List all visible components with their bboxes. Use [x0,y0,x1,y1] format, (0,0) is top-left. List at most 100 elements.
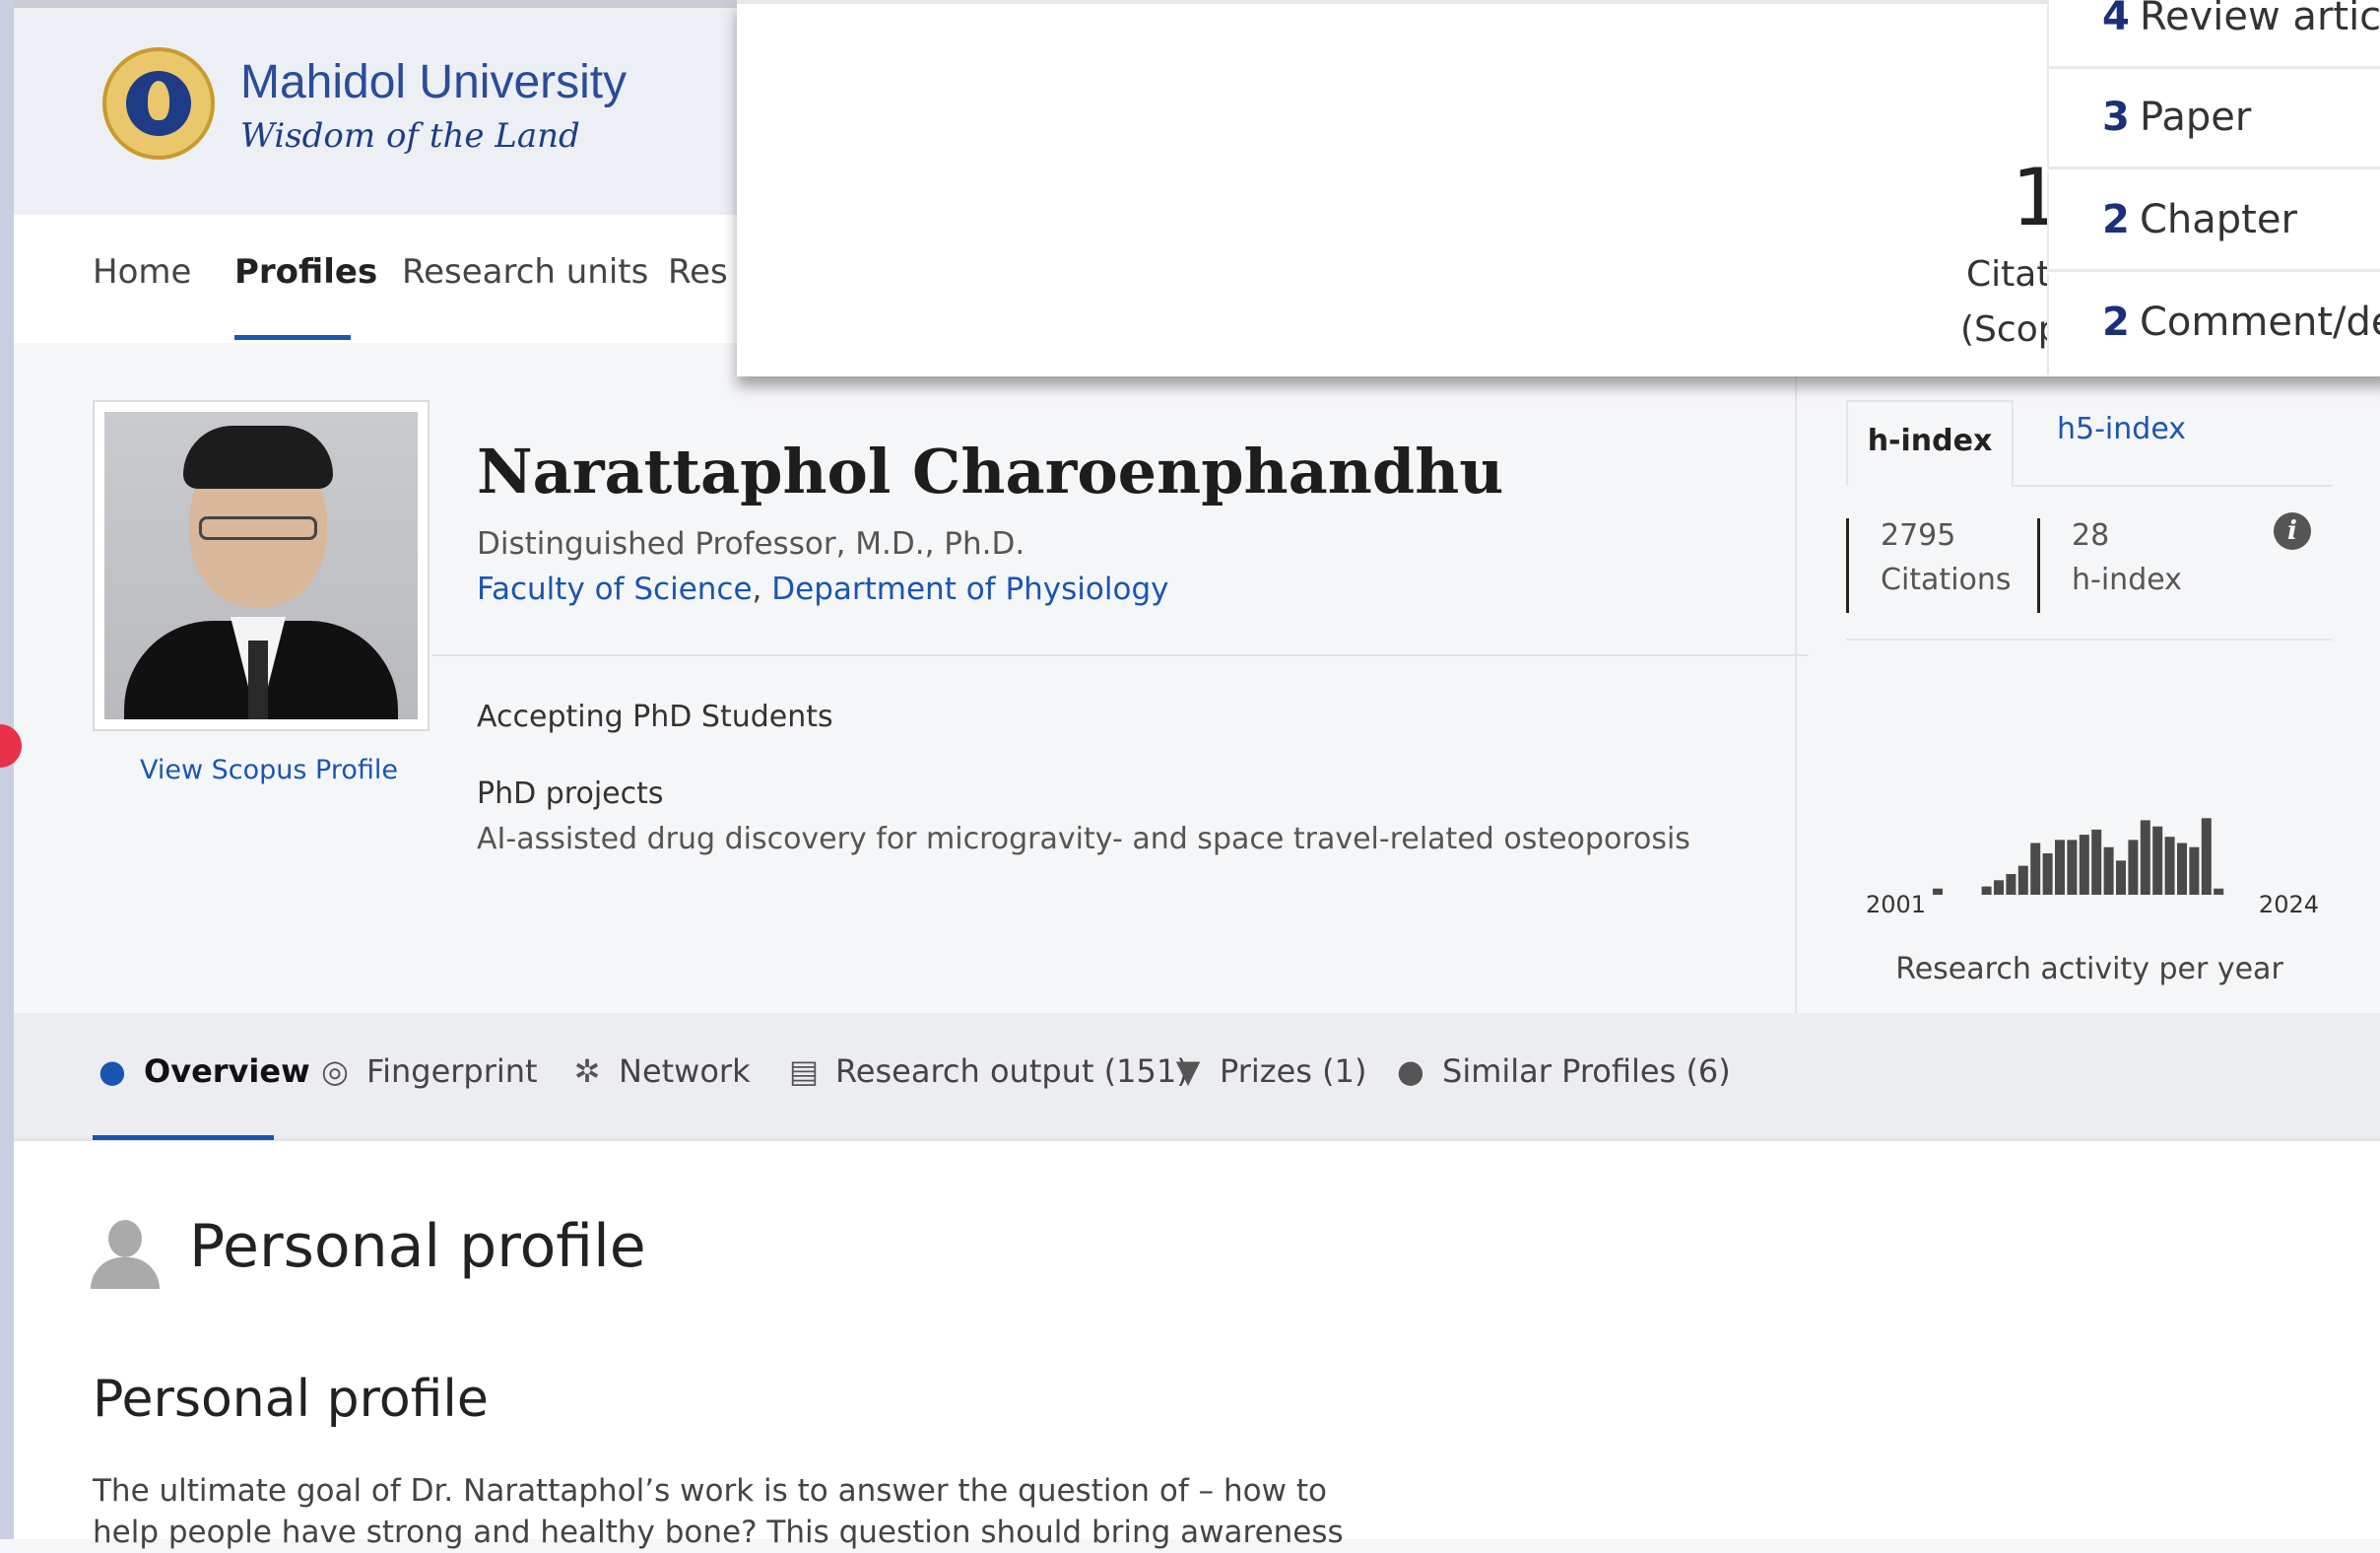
activity-bar [2006,874,2016,895]
university-seal-icon [102,47,215,160]
metric-tabs-divider [2012,485,2333,487]
nav-research-truncated[interactable]: Res [668,252,737,292]
activity-bars [1933,818,2224,895]
output-type-chapter[interactable]: 2 Chapter [2047,171,2380,272]
activity-bar [2152,826,2163,895]
network-icon: ✲ [573,1052,601,1090]
output-label: Paper [2140,95,2252,140]
logo-tagline: Wisdom of the Land [240,116,580,156]
research-activity-chart[interactable]: 2001 2024 [1866,806,2319,914]
activity-caption: Research activity per year [1895,952,2283,986]
nav-research-units[interactable]: Research units [402,252,648,292]
profile-content: Personal profile Personal profile The ul… [14,1141,2380,1550]
info-icon[interactable]: i [2274,512,2311,550]
profile-paragraph: The ultimate goal of Dr. Narattaphol’s w… [93,1470,1344,1553]
logo-name: Mahidol University [240,56,628,108]
person-icon: ● [99,1052,126,1090]
affiliation-separator: , [752,572,772,607]
accepting-phd-label: Accepting PhD Students [477,700,833,734]
tab-h5-index[interactable]: h5-index [2057,412,2186,446]
output-count: 2 [2102,300,2130,345]
output-type-paper[interactable]: 3 Paper [2047,69,2380,169]
profile-summary: View Scopus Profile Narattaphol Charoenp… [14,343,2380,1013]
hindex-value: 28 [2072,518,2110,553]
output-label: Review article [2140,0,2380,39]
view-scopus-profile-link[interactable]: View Scopus Profile [140,755,398,785]
citations-label: Citations [1881,563,2012,597]
tab-research-output-label: Research output (151) [835,1052,1189,1090]
university-logo[interactable]: Mahidol University Wisdom of the Land [102,47,654,175]
phd-projects-label: PhD projects [477,776,664,811]
fingerprint-icon: ◎ [321,1052,349,1090]
activity-bar [2164,837,2175,895]
nav-active-indicator [234,335,351,340]
tab-research-output[interactable]: ▤ Research output (151) [784,1052,1189,1090]
tab-h-index[interactable]: h-index [1846,400,2014,485]
popup-citations-source: (Scop [1960,309,2061,350]
paragraph-line-1: The ultimate goal of Dr. Narattaphol’s w… [93,1473,1327,1509]
activity-bar [1933,888,1943,895]
output-label: Comment/deba [2140,300,2380,345]
research-output-popup: 1 Citat (Scop 4 Review article 3 Paper 2… [737,0,2380,376]
activity-bar [2103,846,2114,895]
similar-profiles-icon: ● [1397,1052,1424,1090]
nav-home[interactable]: Home [93,252,191,292]
section-subheading: Personal profile [93,1370,489,1429]
output-count: 2 [2102,197,2130,242]
profile-photo [93,400,430,731]
output-count: 3 [2102,95,2130,140]
output-type-comment-debate[interactable]: 2 Comment/deba [2047,274,2380,374]
activity-end-year: 2024 [2259,891,2319,914]
affiliation-faculty-link[interactable]: Faculty of Science [477,572,753,607]
tab-prizes[interactable]: ▼ Prizes (1) [1168,1052,1367,1090]
nav-profiles[interactable]: Profiles [234,252,377,292]
output-count: 4 [2102,0,2130,39]
activity-bar [2042,853,2053,895]
activity-bar [2128,840,2139,895]
output-type-review-article[interactable]: 4 Review article [2047,0,2380,69]
window-edge [0,0,14,1539]
affiliation-department-link[interactable]: Department of Physiology [771,572,1168,607]
trophy-icon: ▼ [1175,1052,1201,1090]
tab-fingerprint[interactable]: ◎ Fingerprint [315,1052,538,1090]
hindex-metric: 28 h-index [2037,518,2182,613]
popup-citations-label: Citat [1966,254,2051,295]
paragraph-line-2: help people have strong and healthy bone… [93,1515,1344,1550]
citations-metric: 2795 Citations [1846,518,2012,613]
profile-name: Narattaphol Charoenphandhu [477,436,1504,507]
output-label: Chapter [2140,197,2297,242]
activity-bar [2091,829,2102,895]
activity-bar [2116,860,2126,895]
tab-network-label: Network [619,1052,751,1090]
tab-active-indicator [93,1135,274,1140]
tab-overview-label: Overview [144,1052,310,1090]
tab-network[interactable]: ✲ Network [567,1052,751,1090]
citations-value: 2795 [1881,518,1956,553]
activity-bar [2140,820,2150,895]
activity-bar [2030,843,2041,895]
tab-similar-profiles-label: Similar Profiles (6) [1442,1052,1731,1090]
activity-bar [2214,888,2224,895]
section-divider [431,654,1809,656]
activity-bar [2079,835,2089,895]
activity-bar [2055,840,2065,895]
book-icon: ▤ [788,1052,820,1090]
activity-bar [2201,818,2212,895]
tab-similar-profiles[interactable]: ● Similar Profiles (6) [1391,1052,1731,1090]
phd-projects-description: AI-assisted drug discovery for micrograv… [477,822,1690,856]
profile-tabs: ● Overview ◎ Fingerprint ✲ Network ▤ Researc… [14,1013,2380,1141]
profile-affiliations: Faculty of Science, Department of Physio… [477,572,1168,607]
tab-fingerprint-label: Fingerprint [366,1052,538,1090]
activity-start-year: 2001 [1866,891,1926,914]
profile-title: Distinguished Professor, M.D., Ph.D. [477,526,1025,562]
activity-bar [2189,846,2200,895]
metrics-panel: h-index h5-index 2795 Citations 28 h-ind… [1795,343,2368,1013]
section-heading: Personal profile [189,1212,646,1281]
profile-page: Mahidol University Wisdom of the Land Ho… [14,0,2380,1550]
metrics-divider [1846,639,2333,641]
hindex-label: h-index [2072,563,2182,597]
activity-bar [2067,840,2078,895]
tab-prizes-label: Prizes (1) [1220,1052,1367,1090]
tab-overview[interactable]: ● Overview [93,1052,310,1090]
activity-bar [1994,880,2004,895]
